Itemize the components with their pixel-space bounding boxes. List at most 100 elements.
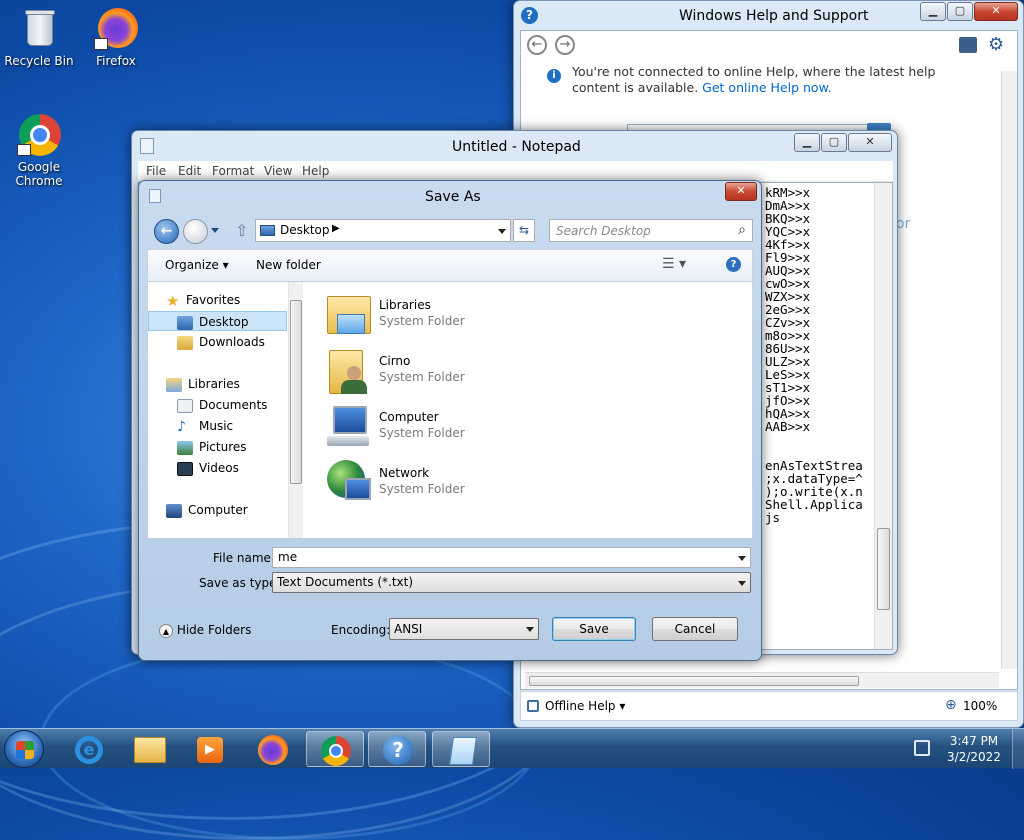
network-globe-icon — [325, 460, 373, 506]
refresh-button[interactable]: ⇆ — [513, 219, 535, 242]
get-online-help-link[interactable]: Get online Help now. — [702, 80, 831, 95]
offline-help-menu[interactable]: Offline Help ▾ — [545, 699, 625, 713]
taskbar-firefox[interactable] — [244, 731, 302, 767]
encoding-value: ANSI — [394, 622, 423, 636]
computer-icon — [166, 503, 182, 518]
clock-date: 3/2/2022 — [947, 750, 1001, 764]
notepad-maximize-button[interactable]: ▢ — [821, 133, 847, 152]
file-item-computer[interactable]: Computer System Folder — [325, 402, 525, 456]
menu-file[interactable]: File — [146, 164, 166, 178]
save-as-type-label: Save as type: — [199, 576, 281, 590]
libraries-folder-icon — [325, 292, 373, 338]
help-minimize-button[interactable]: ▁ — [920, 2, 946, 21]
recent-pages-icon[interactable] — [211, 228, 219, 233]
menu-help[interactable]: Help — [302, 164, 329, 178]
file-item-name: Computer — [379, 410, 439, 424]
nav-libraries[interactable]: Libraries — [166, 374, 240, 394]
file-item-libraries[interactable]: Libraries System Folder — [325, 290, 525, 344]
notepad-minimize-button[interactable]: ▁ — [794, 133, 820, 152]
save-as-dialog[interactable]: Save As ✕ ← ⇧ Desktop ▶ ⇆ Search Desktop… — [138, 180, 762, 661]
save-as-type-select[interactable]: Text Documents (*.txt) — [272, 572, 751, 593]
nav-desktop[interactable]: Desktop — [148, 311, 287, 331]
taskbar-chrome[interactable] — [306, 731, 364, 767]
zoom-icon[interactable]: ⊕ — [945, 697, 957, 713]
desktop-icon-firefox[interactable]: Firefox — [80, 6, 152, 68]
notepad-vertical-scrollbar[interactable] — [874, 183, 892, 649]
computer-system-icon — [325, 404, 373, 450]
back-icon[interactable]: ← — [527, 35, 547, 55]
file-item-type: System Folder — [379, 370, 465, 384]
help-close-button[interactable]: ✕ — [974, 2, 1018, 21]
file-item-name: Libraries — [379, 298, 431, 312]
navigation-pane: ★ Favorites Desktop Downloads Libraries D… — [147, 282, 303, 538]
nav-favorites[interactable]: ★ Favorites — [166, 290, 240, 310]
desktop-icon-recycle-bin[interactable]: Recycle Bin — [3, 6, 75, 68]
nav-downloads[interactable]: Downloads — [177, 332, 265, 352]
start-button[interactable] — [4, 730, 44, 768]
firefox-taskbar-icon — [258, 735, 288, 765]
help-status-bar: Offline Help ▾ ⊕ 100% — [520, 691, 1018, 721]
nav-documents[interactable]: Documents — [177, 395, 267, 415]
offline-help-icon — [527, 700, 539, 712]
menu-edit[interactable]: Edit — [178, 164, 201, 178]
nav-videos[interactable]: Videos — [177, 458, 239, 478]
encoding-select[interactable]: ANSI — [389, 618, 539, 640]
taskbar-ie[interactable]: e — [60, 731, 118, 767]
address-chevron-icon: ▶ — [332, 223, 340, 234]
show-desktop-button[interactable] — [1012, 729, 1024, 769]
print-icon[interactable] — [959, 37, 977, 53]
views-icon[interactable]: ☰ ▾ — [662, 256, 686, 272]
file-name-input[interactable]: me — [272, 547, 751, 568]
hide-folders-label: Hide Folders — [176, 623, 252, 637]
file-item-network[interactable]: Network System Folder — [325, 458, 525, 512]
recycle-bin-icon — [17, 6, 61, 50]
up-icon[interactable]: ⇧ — [235, 221, 248, 240]
taskbar-explorer[interactable] — [120, 731, 178, 767]
taskbar-media-player[interactable]: ▶ — [180, 731, 238, 767]
menu-view[interactable]: View — [264, 164, 292, 178]
nav-music[interactable]: ♪ Music — [177, 416, 233, 436]
zoom-level[interactable]: 100% — [963, 699, 997, 713]
taskbar-help[interactable]: ? — [368, 731, 426, 767]
notepad-icon — [140, 138, 154, 154]
encoding-label: Encoding: — [331, 623, 391, 637]
hide-folders-button[interactable]: ▲ Hide Folders — [159, 623, 251, 638]
help-vertical-scrollbar[interactable] — [1001, 71, 1017, 669]
menu-format[interactable]: Format — [212, 164, 254, 178]
save-as-close-button[interactable]: ✕ — [725, 182, 757, 201]
help-maximize-button[interactable]: ▢ — [947, 2, 973, 21]
file-item-cirno[interactable]: Cirno System Folder — [325, 346, 525, 400]
taskbar-notepad[interactable] — [432, 731, 490, 767]
desktop-icon-label: Google Chrome — [15, 160, 63, 188]
notepad-close-button[interactable]: ✕ — [848, 133, 892, 152]
help-horizontal-scrollbar[interactable] — [525, 672, 999, 688]
file-name-value: me — [278, 550, 298, 564]
desktop-icon-chrome[interactable]: Google Chrome — [3, 112, 75, 188]
documents-icon — [177, 398, 193, 413]
forward-icon[interactable]: → — [555, 35, 575, 55]
chevron-up-icon: ▲ — [159, 623, 173, 638]
gear-icon[interactable]: ⚙ — [988, 36, 1004, 54]
address-bar[interactable]: Desktop ▶ — [255, 219, 511, 242]
nav-scrollbar[interactable] — [288, 282, 303, 538]
nav-pictures[interactable]: Pictures — [177, 437, 247, 457]
clock[interactable]: 3:47 PM 3/2/2022 — [944, 733, 1004, 765]
file-item-type: System Folder — [379, 482, 465, 496]
address-dropdown-icon[interactable] — [498, 228, 506, 234]
save-button[interactable]: Save — [552, 617, 636, 641]
new-folder-button[interactable]: New folder — [256, 258, 321, 272]
network-tray-icon[interactable] — [914, 740, 930, 756]
music-icon: ♪ — [177, 418, 186, 435]
pictures-icon — [177, 440, 193, 455]
cancel-button[interactable]: Cancel — [652, 617, 738, 641]
help-icon[interactable]: ? — [726, 257, 741, 272]
file-name-label: File name: — [213, 551, 275, 565]
save-as-title: Save As — [425, 189, 481, 205]
organize-button[interactable]: Organize ▾ — [165, 258, 229, 272]
forward-button[interactable] — [183, 219, 208, 244]
search-input[interactable]: Search Desktop ⌕ — [549, 219, 753, 242]
nav-computer[interactable]: Computer — [166, 500, 248, 520]
desktop-icon — [177, 315, 193, 330]
back-button[interactable]: ← — [154, 219, 179, 244]
file-name-dropdown-icon[interactable] — [738, 555, 746, 561]
